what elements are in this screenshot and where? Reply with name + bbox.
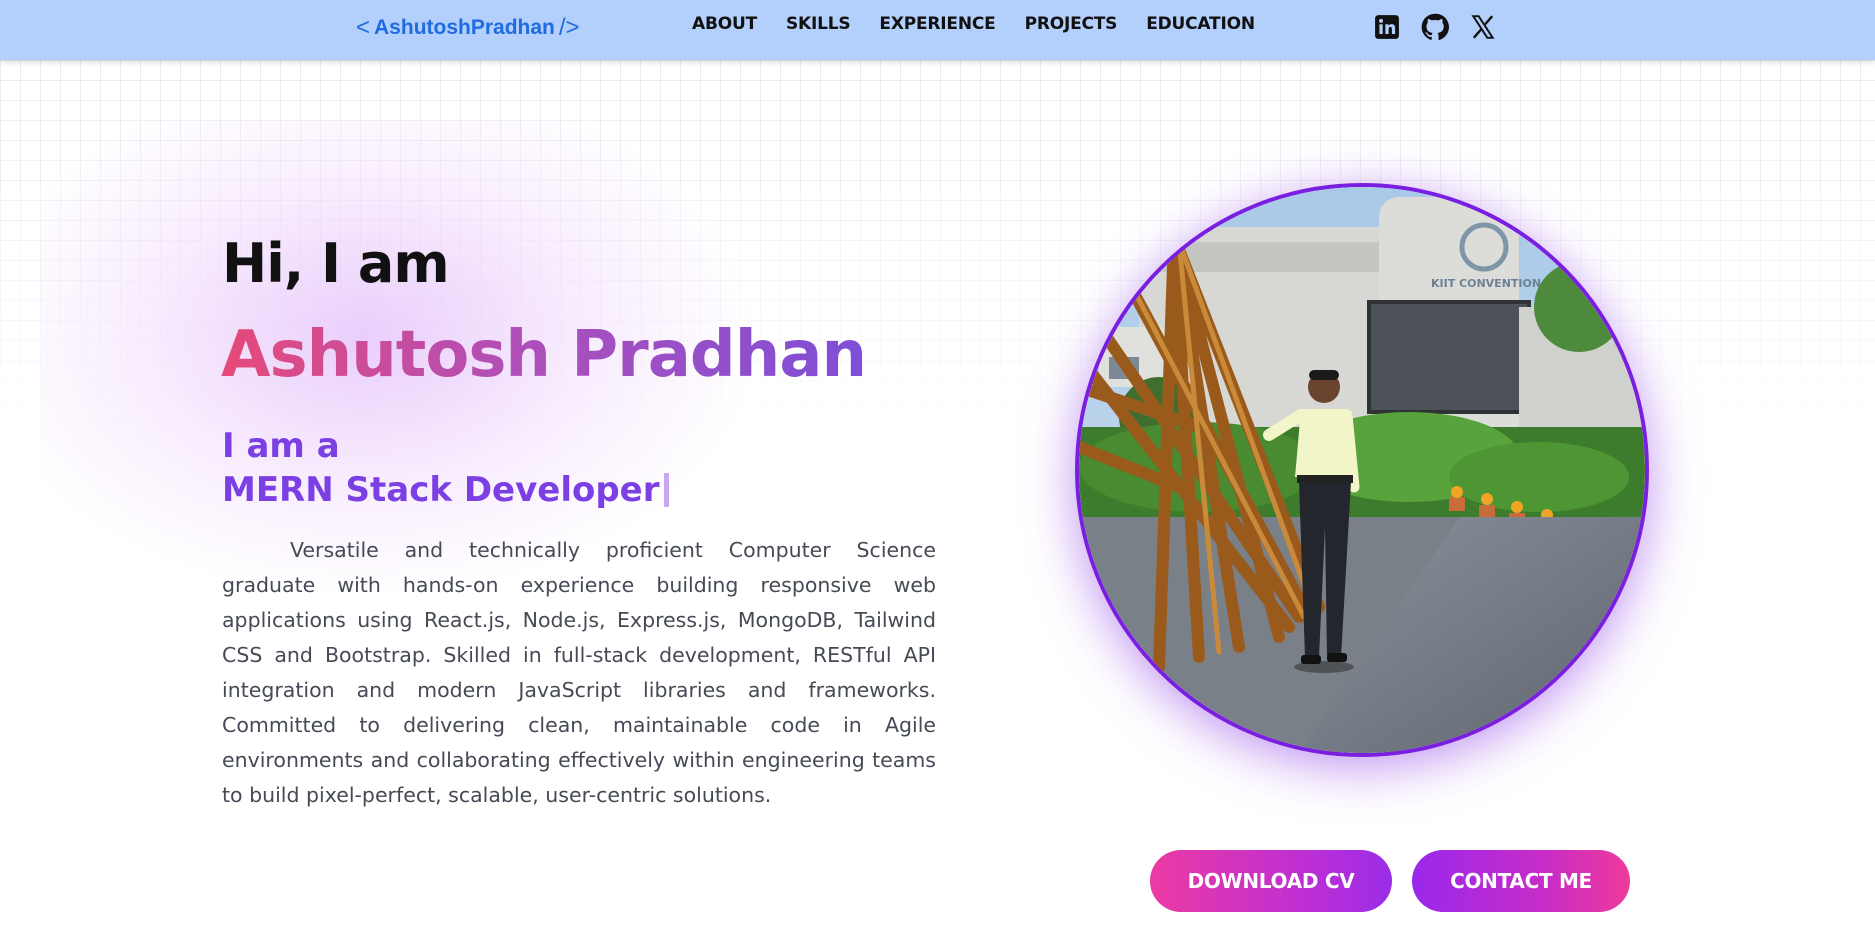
logo-text: AshutoshPradhan <box>374 16 555 39</box>
site-logo[interactable]: < AshutoshPradhan /> <box>356 13 580 43</box>
hero-bio: Versatile and technically proficient Com… <box>222 538 936 807</box>
nav-link-education[interactable]: EDUCATION <box>1146 14 1255 34</box>
linkedin-icon[interactable] <box>1373 13 1401 41</box>
hero-greeting: Hi, I am <box>222 232 450 295</box>
navbar: < AshutoshPradhan /> ABOUT SKILLS EXPERI… <box>0 0 1875 60</box>
nav-link-skills[interactable]: SKILLS <box>786 14 851 34</box>
logo-open-bracket: < <box>356 14 371 41</box>
typing-cursor <box>663 473 669 507</box>
hero-role-text: MERN Stack Developer <box>222 470 660 510</box>
download-cv-button[interactable]: DOWNLOAD CV <box>1150 850 1392 912</box>
hero-role: MERN Stack Developer <box>222 470 669 510</box>
github-icon[interactable] <box>1421 13 1449 41</box>
nav-link-projects[interactable]: PROJECTS <box>1025 14 1118 34</box>
hero-name: Ashutosh Pradhan <box>221 318 867 392</box>
contact-me-button[interactable]: CONTACT ME <box>1412 850 1630 912</box>
nav-links: ABOUT SKILLS EXPERIENCE PROJECTS EDUCATI… <box>692 14 1255 34</box>
logo-close-bracket: /> <box>558 14 580 41</box>
hero-role-prefix: I am a <box>222 426 340 466</box>
profile-photo-image: KIIT CONVENTION CENTRE <box>1079 187 1645 753</box>
profile-photo: KIIT CONVENTION CENTRE <box>1075 183 1649 757</box>
nav-link-about[interactable]: ABOUT <box>692 14 757 34</box>
nav-link-experience[interactable]: EXPERIENCE <box>879 14 995 34</box>
x-icon[interactable] <box>1469 13 1497 41</box>
social-links <box>1373 13 1497 41</box>
